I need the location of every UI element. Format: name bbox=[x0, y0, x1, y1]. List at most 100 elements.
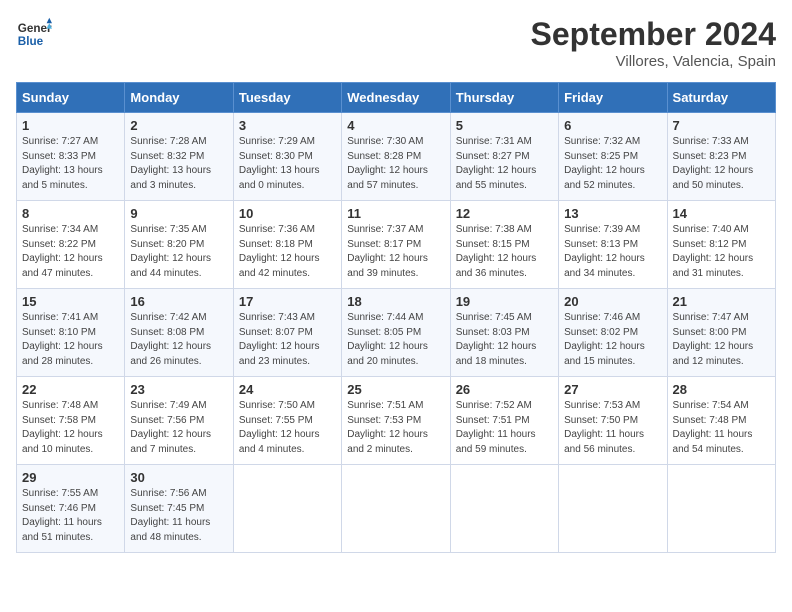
calendar-cell: 11 Sunrise: 7:37 AMSunset: 8:17 PMDayligh… bbox=[342, 201, 450, 289]
col-wednesday: Wednesday bbox=[342, 83, 450, 113]
day-number: 10 bbox=[239, 206, 336, 221]
day-number: 2 bbox=[130, 118, 227, 133]
calendar-cell bbox=[450, 465, 558, 553]
day-info: Sunrise: 7:53 AMSunset: 7:50 PMDaylight:… bbox=[564, 399, 661, 457]
day-number: 30 bbox=[130, 470, 227, 485]
day-info: Sunrise: 7:33 AMSunset: 8:23 PMDaylight:… bbox=[673, 135, 770, 193]
day-info: Sunrise: 7:55 AMSunset: 7:46 PMDaylight:… bbox=[22, 487, 119, 545]
svg-text:Blue: Blue bbox=[18, 35, 44, 48]
calendar-row: 22 Sunrise: 7:48 AMSunset: 7:58 PMDayligh… bbox=[17, 377, 776, 465]
day-info: Sunrise: 7:37 AMSunset: 8:17 PMDaylight:… bbox=[347, 223, 444, 281]
location: Villores, Valencia, Spain bbox=[531, 53, 776, 70]
calendar-cell: 22 Sunrise: 7:48 AMSunset: 7:58 PMDayligh… bbox=[17, 377, 125, 465]
title-block: September 2024 Villores, Valencia, Spain bbox=[531, 16, 776, 70]
page-header: General Blue September 2024 Villores, Va… bbox=[16, 16, 776, 70]
calendar-cell: 18 Sunrise: 7:44 AMSunset: 8:05 PMDayligh… bbox=[342, 289, 450, 377]
calendar-cell: 5 Sunrise: 7:31 AMSunset: 8:27 PMDaylight… bbox=[450, 113, 558, 201]
day-number: 23 bbox=[130, 382, 227, 397]
day-number: 17 bbox=[239, 294, 336, 309]
day-info: Sunrise: 7:29 AMSunset: 8:30 PMDaylight:… bbox=[239, 135, 336, 193]
calendar-cell: 13 Sunrise: 7:39 AMSunset: 8:13 PMDayligh… bbox=[559, 201, 667, 289]
day-number: 5 bbox=[456, 118, 553, 133]
calendar-cell: 26Sunrise: 7:52 AMSunset: 7:51 PMDayligh… bbox=[450, 377, 558, 465]
calendar-cell: 28 Sunrise: 7:54 AMSunset: 7:48 PMDayligh… bbox=[667, 377, 775, 465]
col-friday: Friday bbox=[559, 83, 667, 113]
col-monday: Monday bbox=[125, 83, 233, 113]
day-info: Sunrise: 7:50 AMSunset: 7:55 PMDaylight:… bbox=[239, 399, 336, 457]
day-info: Sunrise: 7:44 AMSunset: 8:05 PMDaylight:… bbox=[347, 311, 444, 369]
calendar-cell bbox=[667, 465, 775, 553]
day-info: Sunrise: 7:54 AMSunset: 7:48 PMDaylight:… bbox=[673, 399, 770, 457]
day-number: 19 bbox=[456, 294, 553, 309]
calendar-cell: 3Sunrise: 7:29 AMSunset: 8:30 PMDaylight… bbox=[233, 113, 341, 201]
calendar-cell: 10Sunrise: 7:36 AMSunset: 8:18 PMDayligh… bbox=[233, 201, 341, 289]
day-number: 13 bbox=[564, 206, 661, 221]
calendar-cell: 19 Sunrise: 7:45 AMSunset: 8:03 PMDayligh… bbox=[450, 289, 558, 377]
calendar-row: 1Sunrise: 7:27 AMSunset: 8:33 PMDaylight… bbox=[17, 113, 776, 201]
day-info: Sunrise: 7:30 AMSunset: 8:28 PMDaylight:… bbox=[347, 135, 444, 193]
col-saturday: Saturday bbox=[667, 83, 775, 113]
calendar-cell: 27 Sunrise: 7:53 AMSunset: 7:50 PMDayligh… bbox=[559, 377, 667, 465]
day-number: 25 bbox=[347, 382, 444, 397]
calendar-row: 8Sunrise: 7:34 AMSunset: 8:22 PMDaylight… bbox=[17, 201, 776, 289]
calendar-cell: 17 Sunrise: 7:43 AMSunset: 8:07 PMDayligh… bbox=[233, 289, 341, 377]
calendar-cell: 29 Sunrise: 7:55 AMSunset: 7:46 PMDayligh… bbox=[17, 465, 125, 553]
day-number: 4 bbox=[347, 118, 444, 133]
day-number: 22 bbox=[22, 382, 119, 397]
calendar-cell: 14Sunrise: 7:40 AMSunset: 8:12 PMDayligh… bbox=[667, 201, 775, 289]
day-info: Sunrise: 7:45 AMSunset: 8:03 PMDaylight:… bbox=[456, 311, 553, 369]
logo-icon: General Blue bbox=[16, 16, 52, 52]
calendar-cell: 6 Sunrise: 7:32 AMSunset: 8:25 PMDaylight… bbox=[559, 113, 667, 201]
day-info: Sunrise: 7:31 AMSunset: 8:27 PMDaylight:… bbox=[456, 135, 553, 193]
calendar-cell: 24 Sunrise: 7:50 AMSunset: 7:55 PMDayligh… bbox=[233, 377, 341, 465]
day-number: 7 bbox=[673, 118, 770, 133]
day-number: 6 bbox=[564, 118, 661, 133]
calendar-cell: 4 Sunrise: 7:30 AMSunset: 8:28 PMDaylight… bbox=[342, 113, 450, 201]
calendar-cell bbox=[342, 465, 450, 553]
day-number: 12 bbox=[456, 206, 553, 221]
day-info: Sunrise: 7:41 AMSunset: 8:10 PMDaylight:… bbox=[22, 311, 119, 369]
day-info: Sunrise: 7:38 AMSunset: 8:15 PMDaylight:… bbox=[456, 223, 553, 281]
calendar-header-row: Sunday Monday Tuesday Wednesday Thursday… bbox=[17, 83, 776, 113]
day-info: Sunrise: 7:49 AMSunset: 7:56 PMDaylight:… bbox=[130, 399, 227, 457]
month-title: September 2024 bbox=[531, 16, 776, 53]
day-number: 15 bbox=[22, 294, 119, 309]
day-number: 24 bbox=[239, 382, 336, 397]
day-number: 28 bbox=[673, 382, 770, 397]
col-sunday: Sunday bbox=[17, 83, 125, 113]
day-info: Sunrise: 7:28 AMSunset: 8:32 PMDaylight:… bbox=[130, 135, 227, 193]
day-info: Sunrise: 7:48 AMSunset: 7:58 PMDaylight:… bbox=[22, 399, 119, 457]
logo: General Blue bbox=[16, 16, 52, 52]
svg-text:General: General bbox=[18, 22, 52, 35]
col-tuesday: Tuesday bbox=[233, 83, 341, 113]
day-number: 9 bbox=[130, 206, 227, 221]
calendar-cell: 23 Sunrise: 7:49 AMSunset: 7:56 PMDayligh… bbox=[125, 377, 233, 465]
day-info: Sunrise: 7:40 AMSunset: 8:12 PMDaylight:… bbox=[673, 223, 770, 281]
day-number: 20 bbox=[564, 294, 661, 309]
calendar-cell: 15 Sunrise: 7:41 AMSunset: 8:10 PMDayligh… bbox=[17, 289, 125, 377]
day-info: Sunrise: 7:42 AMSunset: 8:08 PMDaylight:… bbox=[130, 311, 227, 369]
day-number: 16 bbox=[130, 294, 227, 309]
day-number: 29 bbox=[22, 470, 119, 485]
day-number: 21 bbox=[673, 294, 770, 309]
day-info: Sunrise: 7:46 AMSunset: 8:02 PMDaylight:… bbox=[564, 311, 661, 369]
day-number: 27 bbox=[564, 382, 661, 397]
calendar-row: 15 Sunrise: 7:41 AMSunset: 8:10 PMDayligh… bbox=[17, 289, 776, 377]
calendar-cell: 21Sunrise: 7:47 AMSunset: 8:00 PMDayligh… bbox=[667, 289, 775, 377]
day-info: Sunrise: 7:51 AMSunset: 7:53 PMDaylight:… bbox=[347, 399, 444, 457]
day-info: Sunrise: 7:43 AMSunset: 8:07 PMDaylight:… bbox=[239, 311, 336, 369]
col-thursday: Thursday bbox=[450, 83, 558, 113]
calendar-cell: 12 Sunrise: 7:38 AMSunset: 8:15 PMDayligh… bbox=[450, 201, 558, 289]
calendar-cell bbox=[233, 465, 341, 553]
day-number: 18 bbox=[347, 294, 444, 309]
day-number: 11 bbox=[347, 206, 444, 221]
day-number: 8 bbox=[22, 206, 119, 221]
calendar-cell: 20 Sunrise: 7:46 AMSunset: 8:02 PMDayligh… bbox=[559, 289, 667, 377]
calendar-cell: 7 Sunrise: 7:33 AMSunset: 8:23 PMDaylight… bbox=[667, 113, 775, 201]
calendar-cell: 8Sunrise: 7:34 AMSunset: 8:22 PMDaylight… bbox=[17, 201, 125, 289]
day-info: Sunrise: 7:39 AMSunset: 8:13 PMDaylight:… bbox=[564, 223, 661, 281]
calendar-cell: 2 Sunrise: 7:28 AMSunset: 8:32 PMDaylight… bbox=[125, 113, 233, 201]
day-info: Sunrise: 7:27 AMSunset: 8:33 PMDaylight:… bbox=[22, 135, 119, 193]
day-info: Sunrise: 7:32 AMSunset: 8:25 PMDaylight:… bbox=[564, 135, 661, 193]
calendar-cell: 16 Sunrise: 7:42 AMSunset: 8:08 PMDayligh… bbox=[125, 289, 233, 377]
